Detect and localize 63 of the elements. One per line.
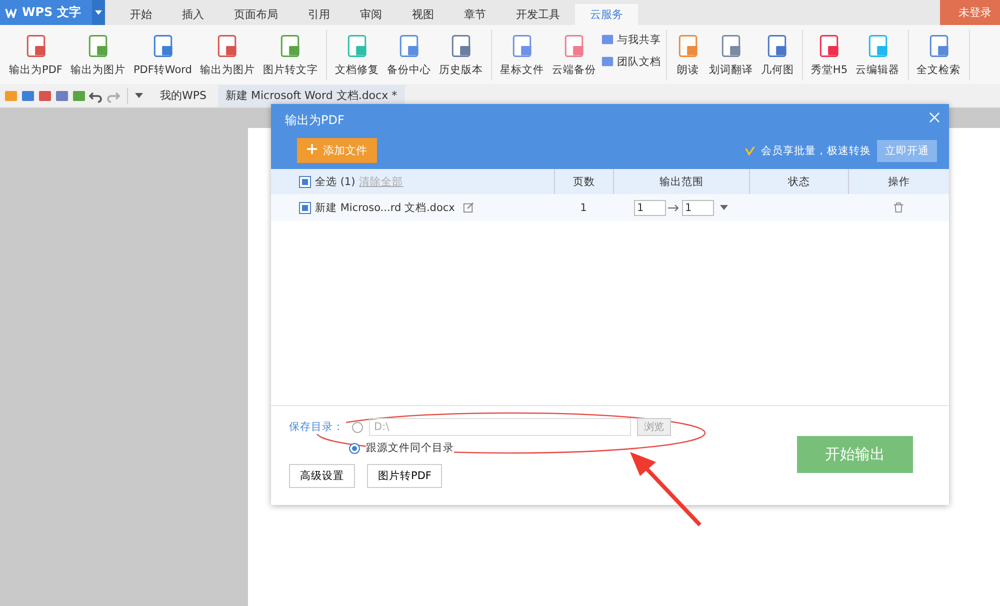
ribbon-button[interactable]: 团队文档 — [600, 54, 661, 68]
ribbon-tab[interactable]: 视图 — [397, 4, 449, 25]
document-tab[interactable]: 新建 Microsoft Word 文档.docx * — [218, 84, 406, 106]
ribbon-tab[interactable]: 开始 — [115, 4, 167, 25]
ribbon-tab[interactable]: 插入 — [167, 4, 219, 25]
ribbon-button[interactable]: 朗读 — [672, 32, 704, 76]
page-count: 1 — [579, 200, 588, 216]
ribbon-button[interactable]: 全文检索 — [914, 32, 964, 76]
dialog-button[interactable]: 图片转PDF — [367, 464, 442, 488]
ribbon-tab[interactable]: 页面布局 — [219, 4, 293, 25]
document-tab[interactable]: 我的WPS — [152, 84, 214, 106]
checkbox[interactable] — [299, 176, 311, 188]
toolbar-icon[interactable] — [4, 88, 18, 102]
ribbon-button[interactable]: 与我共享 — [600, 32, 661, 46]
caret-icon — [95, 10, 102, 15]
ribbon-button[interactable]: 划词翻译 — [706, 32, 756, 76]
select-all-label: 全选 (1) — [315, 174, 356, 188]
ribbon-button[interactable]: 备份中心 — [384, 32, 434, 76]
save-directory-label: 保存目录： — [289, 420, 346, 434]
arrow-icon — [668, 204, 680, 212]
dialog-button[interactable]: 高级设置 — [289, 464, 355, 488]
file-name: 新建 Microso...rd 文档.docx — [315, 200, 455, 214]
ribbon-button[interactable]: 秀堂H5 — [808, 32, 850, 76]
ribbon-button[interactable]: 星标文件 — [496, 32, 547, 76]
ribbon-tab[interactable]: 审阅 — [345, 4, 397, 25]
ribbon-button[interactable]: 历史版本 — [436, 32, 486, 76]
folder-icon — [600, 33, 614, 46]
menu-dropdown[interactable] — [92, 0, 105, 25]
ribbon-tab[interactable]: 章节 — [449, 4, 501, 25]
ribbon-button[interactable]: 文档修复 — [332, 32, 382, 76]
close-icon[interactable] — [929, 112, 940, 123]
logo-icon — [5, 8, 17, 18]
toolbar-icon[interactable] — [55, 88, 69, 102]
ribbon-button[interactable]: 输出为图片 — [67, 32, 128, 76]
radio-button[interactable] — [352, 422, 363, 432]
app-menu-button[interactable]: WPS 文字 — [0, 0, 92, 25]
ribbon-button[interactable]: PDF转Word — [130, 32, 195, 76]
ribbon-button[interactable]: 输出为图片 — [196, 32, 258, 76]
ribbon-button[interactable]: 几何图 — [758, 32, 797, 76]
caret-icon[interactable] — [720, 205, 728, 210]
ribbon-tab[interactable]: 云服务 — [575, 4, 638, 25]
ribbon-button[interactable]: 云端备份 — [548, 32, 599, 76]
promo-text: 会员享批量，极速转换 — [761, 144, 871, 158]
toolbar-icon[interactable] — [38, 88, 52, 102]
trash-icon[interactable] — [893, 202, 904, 213]
radio-button[interactable] — [349, 442, 360, 454]
plus-icon — [307, 144, 317, 154]
ribbon-button[interactable]: 输出为PDF — [6, 32, 66, 76]
range-to-field[interactable]: 1 — [682, 200, 714, 216]
checkbox[interactable] — [299, 202, 311, 214]
ribbon-button[interactable]: 云编辑器 — [852, 32, 902, 76]
ribbon-tab[interactable]: 开发工具 — [501, 4, 575, 25]
radio-label: 跟源文件同个目录 — [366, 441, 454, 455]
dialog-title: 输出为PDF — [285, 112, 344, 129]
ribbon-button[interactable]: 图片转文字 — [260, 32, 321, 76]
range-from-field[interactable]: 1 — [634, 200, 666, 216]
app-name: WPS 文字 — [22, 4, 81, 21]
vip-icon — [745, 146, 755, 156]
caret-icon[interactable] — [135, 93, 143, 98]
toolbar-icon[interactable] — [21, 88, 35, 102]
folder-icon — [600, 55, 614, 68]
ribbon-tab[interactable]: 引用 — [293, 4, 345, 25]
edit-icon[interactable] — [462, 202, 474, 213]
